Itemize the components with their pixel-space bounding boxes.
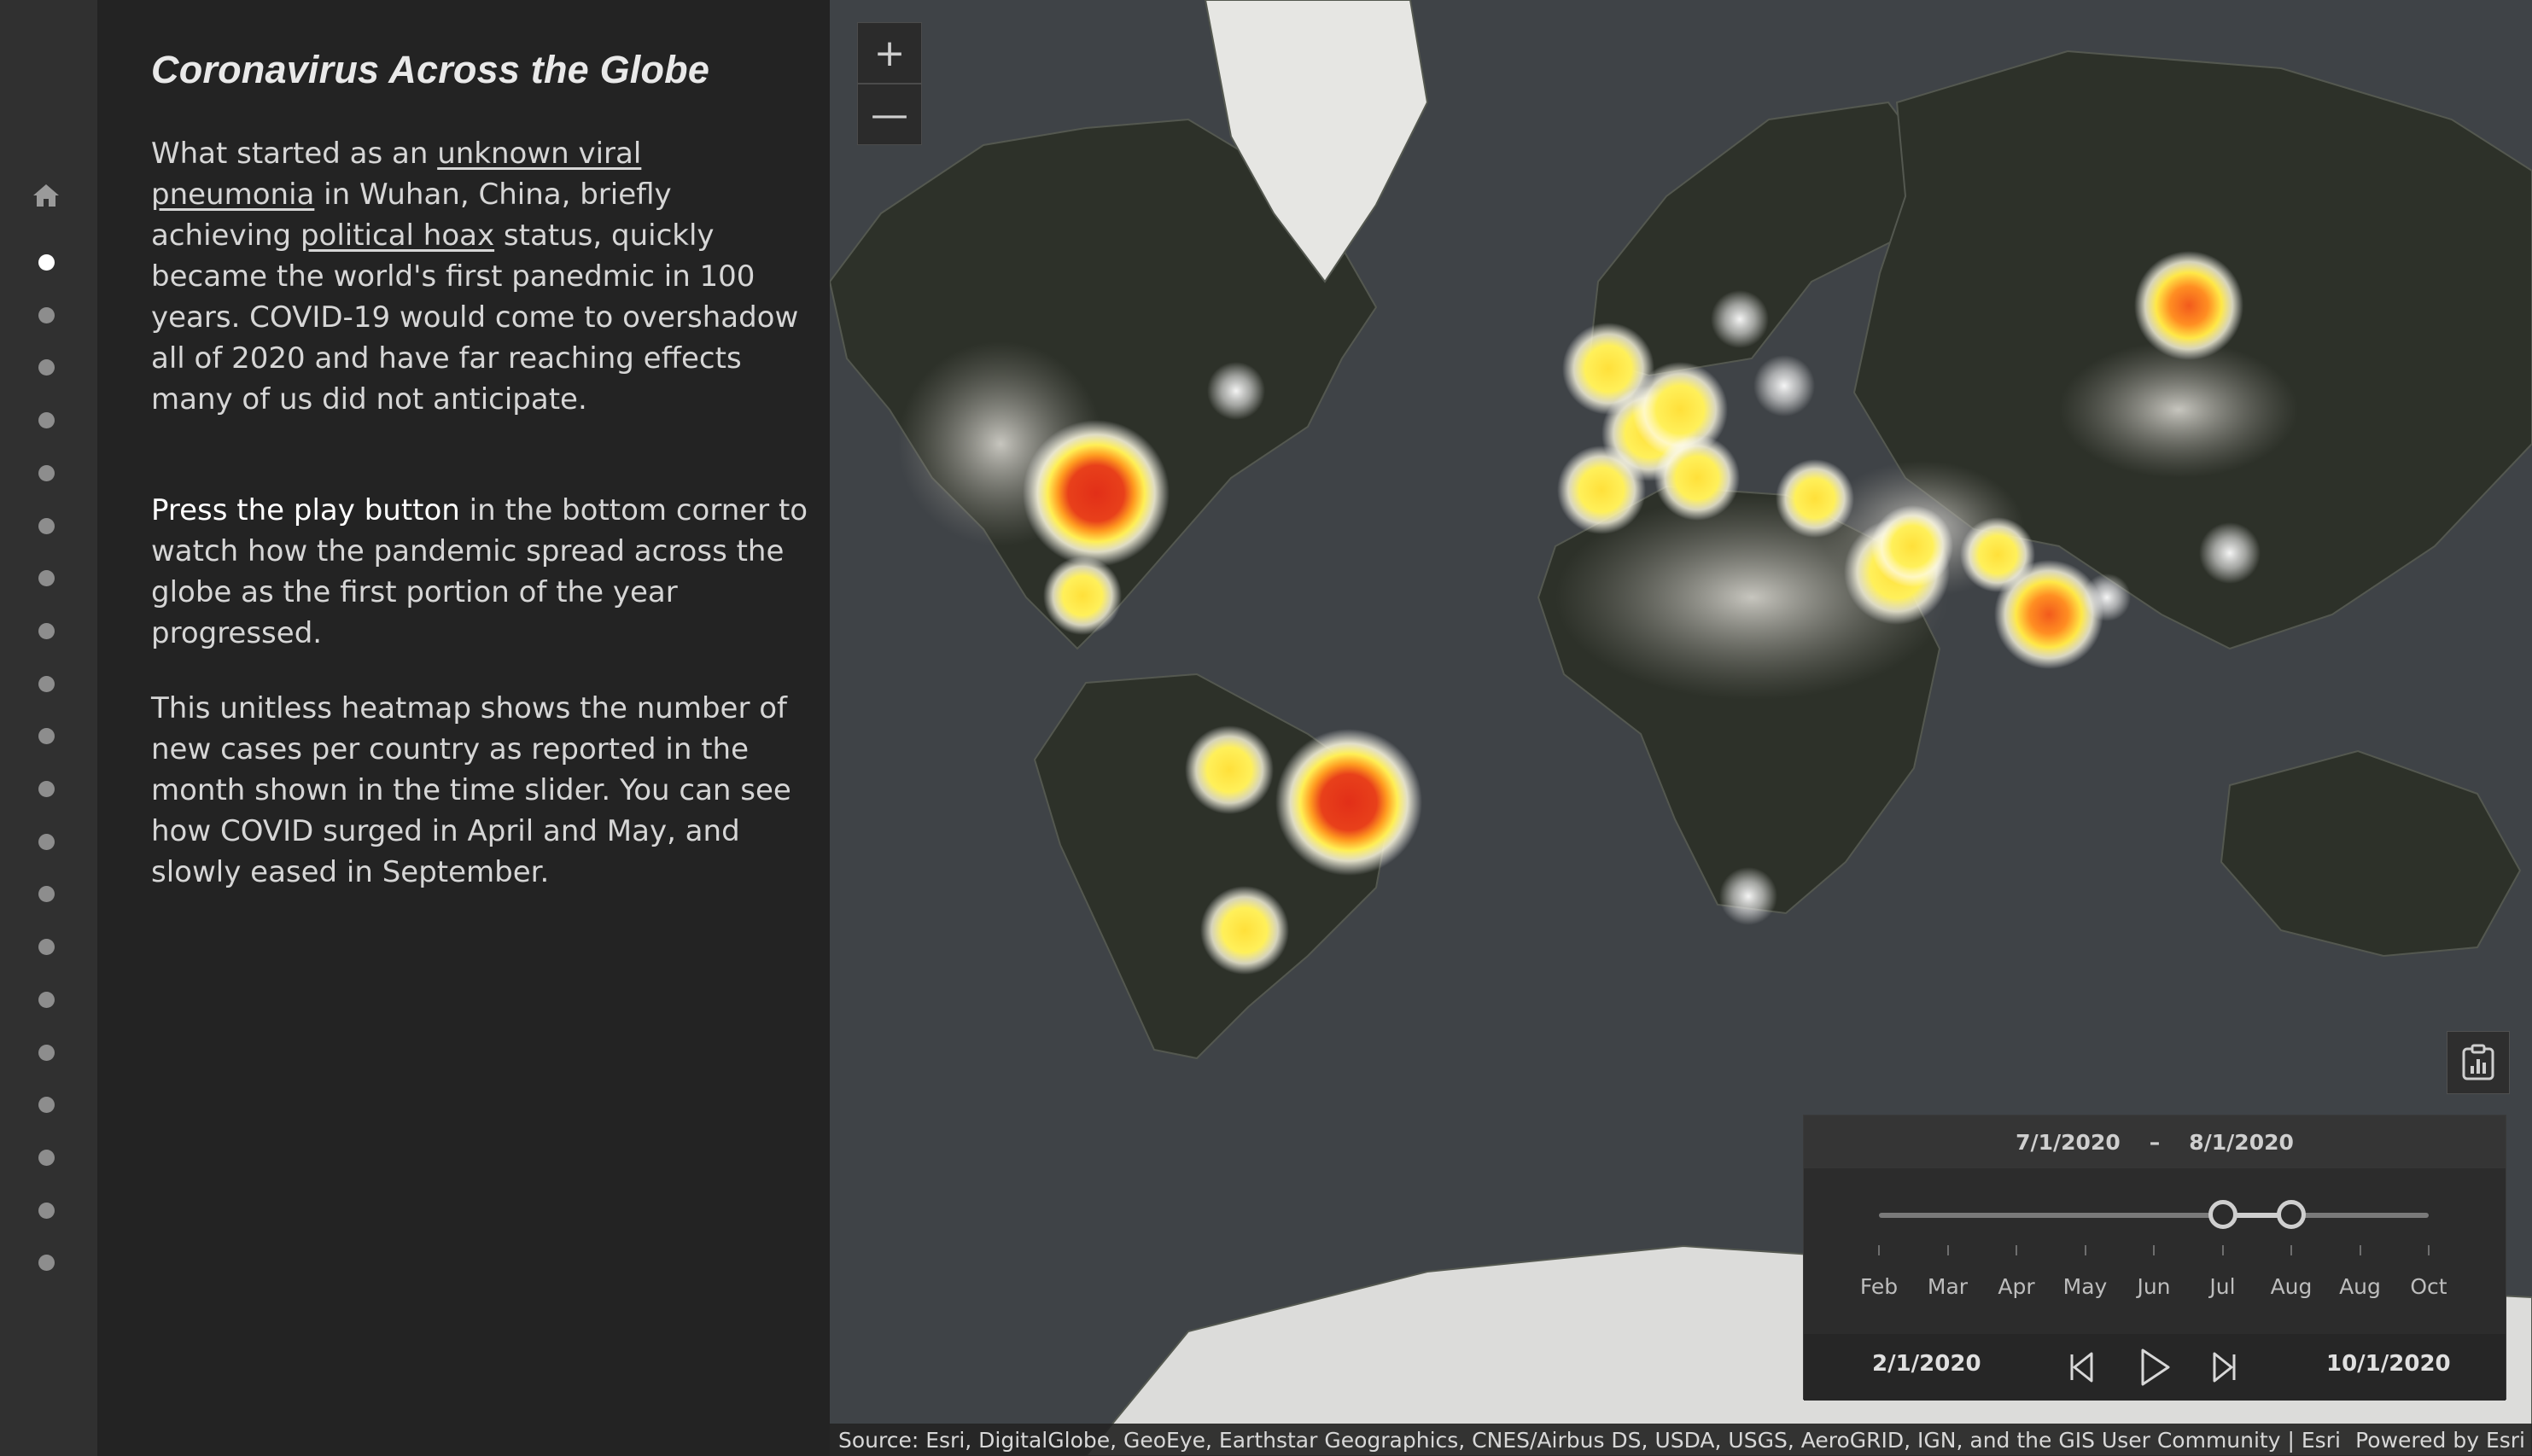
heatspot-ukraine <box>1753 355 1815 416</box>
story-section-dot[interactable] <box>38 570 55 587</box>
attribution-bar: Source: Esri, DigitalGlobe, GeoEye, Eart… <box>830 1424 2532 1456</box>
story-section-dot[interactable] <box>38 939 55 956</box>
slider-tick <box>1878 1245 1880 1255</box>
heatspot-india <box>1994 560 2103 669</box>
previous-icon[interactable] <box>2060 1344 2106 1390</box>
story-title: Coronavirus Across the Globe <box>151 48 710 91</box>
zoom-out-button[interactable]: — <box>857 84 922 145</box>
heatspot-argentina <box>1200 886 1289 975</box>
powered-by-esri[interactable]: Powered by Esri <box>2355 1428 2525 1453</box>
slider-tick <box>2084 1245 2086 1255</box>
heatspot-spain <box>1557 446 1646 534</box>
story-section-dot[interactable] <box>38 622 55 639</box>
attribution-source: Source: Esri, DigitalGlobe, GeoEye, Eart… <box>838 1428 2341 1453</box>
full-end-date: 10/1/2020 <box>2326 1351 2451 1377</box>
political-hoax-link[interactable]: political hoax <box>300 218 494 253</box>
heatspot-scandinavia <box>1711 290 1769 348</box>
story-section-dot[interactable] <box>38 1044 55 1061</box>
time-range-header: 7/1/2020 – 8/1/2020 <box>1804 1115 2506 1168</box>
legend-chart-icon[interactable] <box>2447 1031 2510 1094</box>
intro-paragraph: What started as an unknown viral pneumon… <box>151 133 808 420</box>
story-section-dot[interactable] <box>38 464 55 481</box>
story-section-dot[interactable] <box>38 1255 55 1272</box>
slider-tick-label: Jun <box>2137 1274 2171 1299</box>
heatspot-bangladesh <box>2083 574 2131 621</box>
slider-tick-label: May <box>2062 1274 2108 1299</box>
intro-text-1: What started as an <box>151 137 438 171</box>
slider-tick <box>2428 1245 2430 1255</box>
heatspot-brazil <box>1275 729 1422 876</box>
heatspot-mexico <box>1043 556 1122 635</box>
narrative-panel: Coronavirus Across the Globe What starte… <box>97 0 830 1456</box>
story-section-dot[interactable] <box>38 1097 55 1114</box>
home-icon[interactable] <box>32 183 61 208</box>
play-instruction-emphasis: Press the play button <box>151 493 460 527</box>
slider-tick <box>2153 1245 2155 1255</box>
story-section-dot[interactable] <box>38 1149 55 1166</box>
zoom-in-button[interactable]: + <box>857 22 922 84</box>
heatspot-usa <box>1023 420 1170 567</box>
story-section-dot[interactable] <box>38 886 55 903</box>
story-section-dot[interactable] <box>38 412 55 429</box>
range-separator: – <box>2149 1129 2161 1155</box>
slider-tick-label: Oct <box>2410 1274 2447 1299</box>
slider-tick <box>2290 1245 2292 1255</box>
story-section-dot[interactable] <box>38 833 55 850</box>
heatspot-china <box>2199 522 2261 584</box>
range-start-date: 7/1/2020 <box>2016 1129 2121 1155</box>
slider-start-thumb[interactable] <box>2208 1200 2237 1229</box>
story-section-dot[interactable] <box>38 517 55 534</box>
slider-tick-label: Apr <box>1998 1274 2035 1299</box>
story-section-dot[interactable] <box>38 781 55 797</box>
story-section-dot[interactable] <box>38 306 55 323</box>
slider-tick-label: Aug <box>2339 1274 2381 1299</box>
story-section-dot[interactable] <box>38 359 55 376</box>
heatspot-south-africa <box>1719 867 1777 925</box>
slider-tick <box>2359 1245 2361 1255</box>
slider-tick-label: Mar <box>1927 1274 1969 1299</box>
slider-tick <box>1946 1245 1949 1255</box>
map-view[interactable]: + — 7/1/2020 – 8/1/2020 Feb Mar Apr May Jun J… <box>830 0 2532 1456</box>
time-slider: 7/1/2020 – 8/1/2020 Feb Mar Apr May Jun Jul Au… <box>1803 1115 2506 1401</box>
range-end-date: 8/1/2020 <box>2189 1129 2294 1155</box>
slider-tick <box>2221 1245 2224 1255</box>
story-section-dot[interactable] <box>38 991 55 1008</box>
story-nav-rail <box>0 0 97 1456</box>
heatspot-canada <box>1207 362 1265 420</box>
play-icon[interactable] <box>2132 1344 2178 1390</box>
story-section-dot[interactable] <box>38 254 55 271</box>
heatspot-italy <box>1654 435 1740 521</box>
slider-tick-label: Feb <box>1859 1274 1899 1299</box>
slider-tick-label: Aug <box>2270 1274 2313 1299</box>
slider-track[interactable] <box>1879 1213 2429 1218</box>
slider-end-thumb[interactable] <box>2277 1200 2306 1229</box>
heatspot-turkey <box>1776 459 1854 538</box>
full-start-date: 2/1/2020 <box>1872 1351 1981 1377</box>
story-section-dot[interactable] <box>38 1202 55 1219</box>
heatspot-iran <box>1871 505 1953 587</box>
heatspot-peru <box>1185 725 1274 814</box>
instruction-paragraph: Press the play button in the bottom corn… <box>151 490 808 654</box>
heatspot-russia <box>2134 251 2243 360</box>
story-section-dot[interactable] <box>38 675 55 692</box>
next-icon[interactable] <box>2200 1344 2246 1390</box>
slider-tick-label: Jul <box>2209 1274 2236 1299</box>
story-section-dot[interactable] <box>38 728 55 745</box>
slider-tick <box>2016 1245 2017 1255</box>
heatmap-description: This unitless heatmap shows the number o… <box>151 691 791 889</box>
